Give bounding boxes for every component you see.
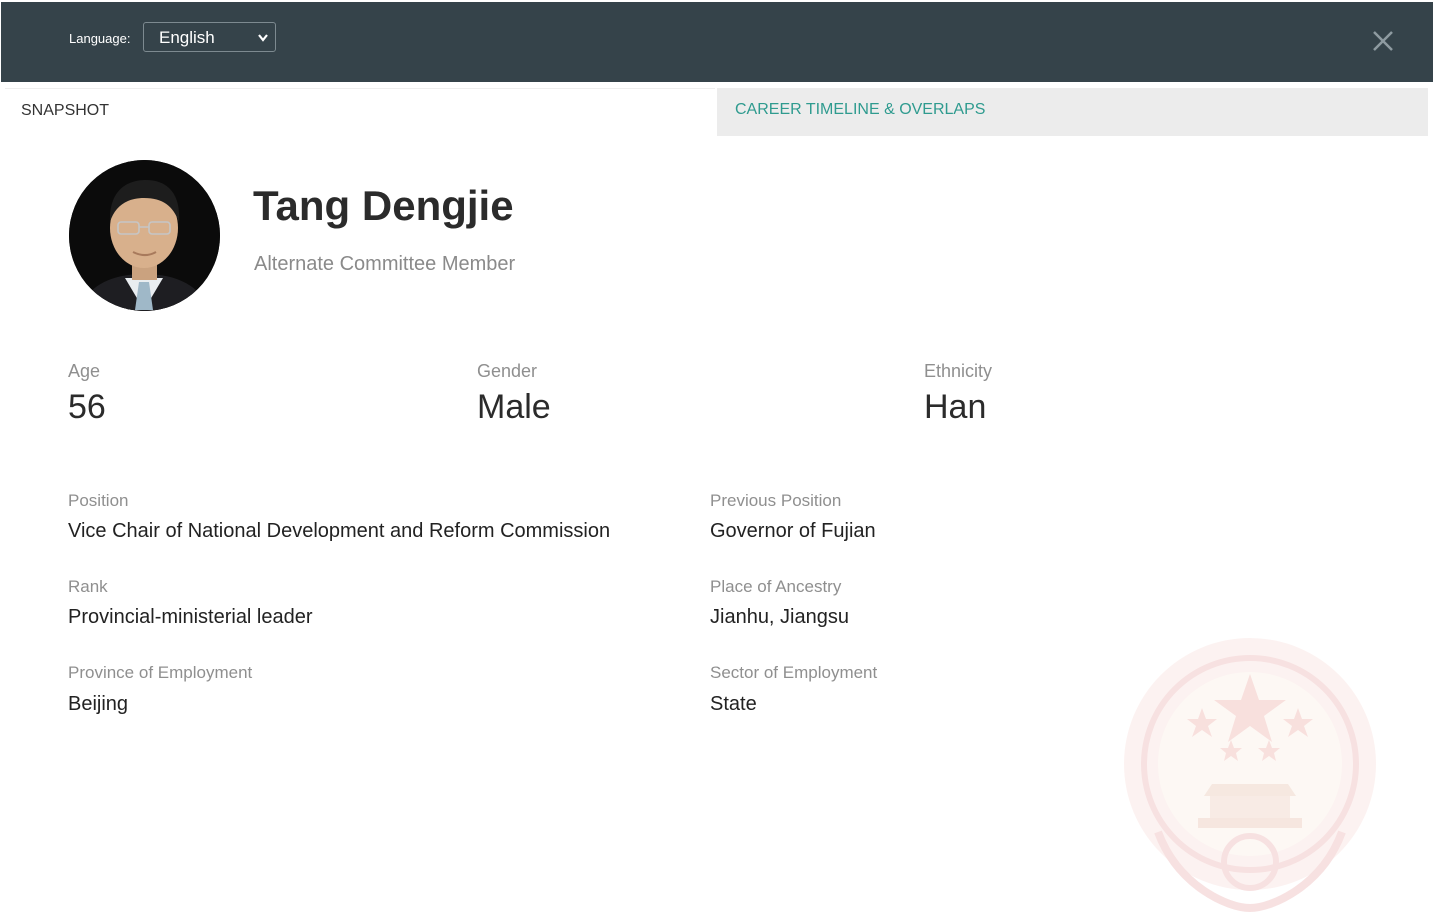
previous-position-value: Governor of Fujian bbox=[710, 520, 876, 542]
tab-career-timeline[interactable]: CAREER TIMELINE & OVERLAPS bbox=[717, 88, 1428, 136]
ethnicity-value: Han bbox=[924, 388, 987, 426]
gender-label: Gender bbox=[477, 361, 538, 381]
person-name: Tang Dengjie bbox=[253, 182, 514, 229]
language-select[interactable]: English bbox=[143, 22, 276, 52]
language-select-value: English bbox=[159, 28, 215, 47]
person-title: Alternate Committee Member bbox=[254, 253, 516, 275]
tab-snapshot-label: SNAPSHOT bbox=[21, 102, 110, 119]
age-label: Age bbox=[68, 361, 101, 381]
position-label: Position bbox=[68, 491, 129, 510]
rank-label: Rank bbox=[68, 577, 108, 596]
avatar bbox=[69, 160, 220, 311]
avatar-portrait bbox=[69, 160, 220, 311]
language-label: Language: bbox=[69, 31, 131, 46]
gender-value: Male bbox=[477, 388, 551, 426]
top-bar: Language: English bbox=[1, 2, 1433, 82]
position-value: Vice Chair of National Development and R… bbox=[68, 520, 611, 542]
national-emblem-watermark bbox=[1124, 638, 1376, 913]
place-of-ancestry-label: Place of Ancestry bbox=[710, 577, 842, 596]
ethnicity-label: Ethnicity bbox=[924, 361, 993, 381]
tab-snapshot[interactable]: SNAPSHOT bbox=[5, 88, 715, 136]
chevron-down-icon bbox=[258, 34, 268, 42]
age-value: 56 bbox=[68, 388, 106, 426]
sector-of-employment-value: State bbox=[710, 693, 757, 715]
sector-of-employment-label: Sector of Employment bbox=[710, 663, 878, 682]
close-icon[interactable] bbox=[1370, 28, 1396, 54]
rank-value: Provincial-ministerial leader bbox=[68, 606, 313, 628]
province-of-employment-value: Beijing bbox=[68, 693, 129, 715]
province-of-employment-label: Province of Employment bbox=[68, 663, 253, 682]
tab-career-timeline-label: CAREER TIMELINE & OVERLAPS bbox=[735, 101, 986, 118]
place-of-ancestry-value: Jianhu, Jiangsu bbox=[710, 606, 849, 628]
previous-position-label: Previous Position bbox=[710, 491, 842, 510]
